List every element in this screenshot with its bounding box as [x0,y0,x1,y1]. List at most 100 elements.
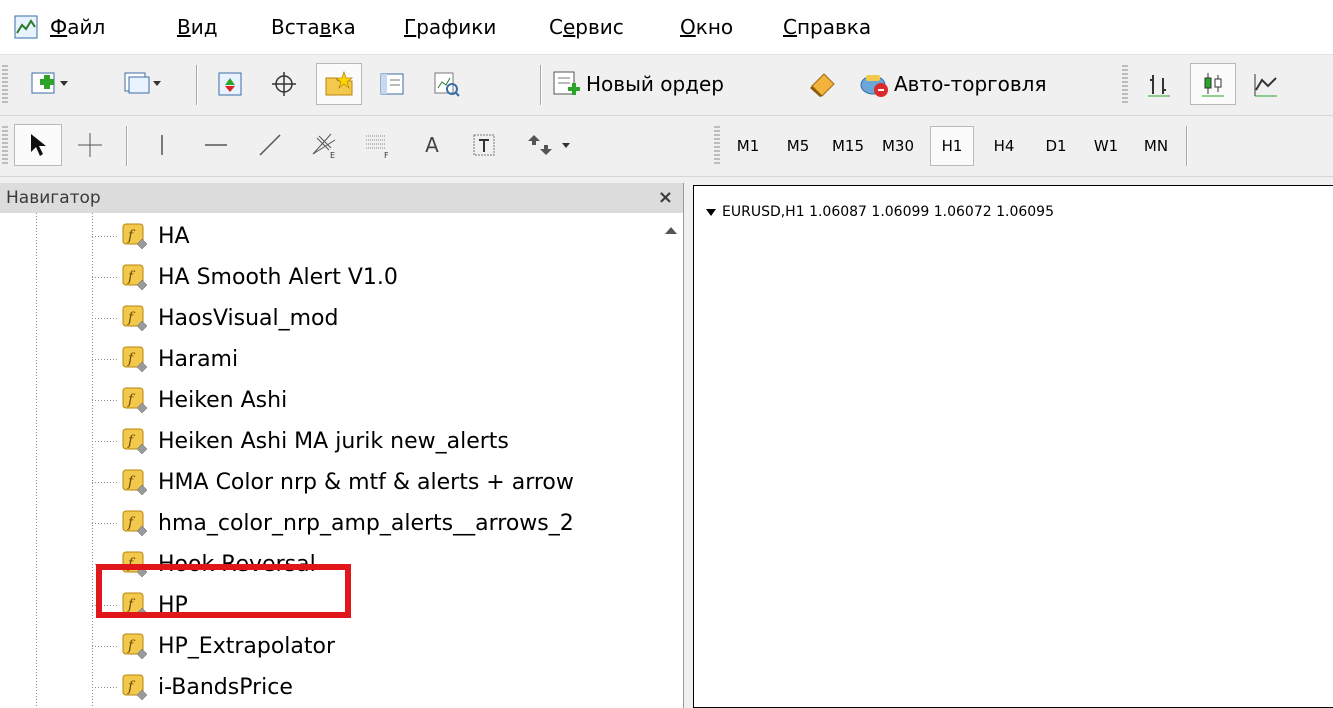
bar-chart-button[interactable] [1137,63,1181,105]
new-chart-icon [31,72,68,94]
crosshair-icon [272,72,296,96]
menu-window[interactable]: Окно [680,14,733,40]
tree-item-label: Harami [158,346,239,372]
candlestick-button[interactable] [1190,63,1236,105]
strategy-tester-button[interactable] [424,63,468,105]
chart-collapse-icon[interactable] [706,208,716,216]
tree-item[interactable]: f i-BandsPrice [92,667,293,707]
line-chart-button[interactable] [1246,63,1286,105]
tree-connector [92,645,118,647]
market-watch-button[interactable] [208,63,252,105]
menu-view[interactable]: Вид [177,14,218,40]
crosshair-icon [78,133,102,157]
vertical-line-button[interactable] [140,124,184,166]
fibo-retracement-button[interactable]: F [356,124,400,166]
navigator-panel: Навигатор × f HA f HA Smooth Alert V1.0 f Hao… [0,183,684,708]
tree-connector [92,522,118,524]
tree-connector [92,481,118,483]
terminal-button[interactable] [370,63,414,105]
arrows-icon [528,135,570,155]
fibo-fan-icon: E [312,133,336,160]
tree-item[interactable]: f hma_color_nrp_amp_alerts__arrows_2 [92,503,574,543]
tree-item[interactable]: f Heiken Ashi [92,380,287,420]
tree-connector [92,399,118,401]
tree-item[interactable]: f HP_Extrapolator [92,626,335,666]
tree-item[interactable]: f HaosVisual_mod [92,298,338,338]
indicator-icon: f [122,346,148,372]
menu-tools[interactable]: Сервис [549,14,624,40]
tree-connector [92,317,118,319]
indicator-icon: f [122,264,148,290]
tree-connector [92,358,118,360]
terminal-icon [380,73,404,95]
candlestick-icon [1202,73,1224,97]
toolbar-grip[interactable] [2,65,8,105]
indicator-icon: f [122,674,148,700]
indicator-icon: f [122,510,148,536]
svg-text:E: E [330,151,335,160]
timeframe-w1[interactable]: W1 [1084,126,1128,166]
tree-item-label: HaosVisual_mod [158,305,339,331]
tree-item[interactable]: f HA Smooth Alert V1.0 [92,257,398,297]
timeframe-m30[interactable]: M30 [876,126,920,166]
timeframe-m1[interactable]: M1 [726,126,770,166]
indicator-icon: f [122,428,148,454]
timeframe-mn[interactable]: MN [1134,126,1178,166]
line-chart-icon [1254,74,1277,97]
timeframe-h4[interactable]: H4 [982,126,1026,166]
indicator-icon: f [122,223,148,249]
menu-charts[interactable]: Графики [404,14,496,40]
autotrading-button[interactable]: Авто-торговля [858,63,1108,105]
indicator-icon: f [122,387,148,413]
trendline-button[interactable] [248,124,292,166]
timeframe-h1[interactable]: H1 [930,126,974,166]
horizontal-line-icon [205,144,227,146]
new-chart-button[interactable] [14,63,86,105]
timeframe-m15[interactable]: M15 [826,126,870,166]
strategy-tester-icon [434,72,460,97]
indicator-icon: f [122,633,148,659]
chart-header: EURUSD,H1 1.06087 1.06099 1.06072 1.0609… [706,204,1054,220]
timeframe-d1[interactable]: D1 [1034,126,1078,166]
profiles-button[interactable] [107,63,179,105]
tree-item[interactable]: f Heiken Ashi MA jurik new_alerts [92,421,509,461]
menu-file[interactable]: Файл [50,14,105,40]
navigator-title: Навигатор [6,188,101,208]
timeframe-m5[interactable]: M5 [776,126,820,166]
metaeditor-button[interactable] [800,63,844,105]
market-watch-icon [218,72,242,96]
text-label-button[interactable] [462,124,506,166]
chart-header-text: EURUSD,H1 1.06087 1.06099 1.06072 1.0609… [722,204,1054,220]
indicator-icon: f [122,469,148,495]
new-order-button[interactable]: Новый ордер [552,63,784,105]
navigator-scrollbar[interactable] [660,213,683,708]
autotrading-label: Авто-торговля [894,72,1047,96]
tree-connector [92,276,118,278]
menu-insert[interactable]: Вставка [271,14,356,40]
navigator-title-bar: Навигатор × [0,183,683,213]
cursor-button[interactable] [14,124,62,166]
profiles-icon [124,72,161,94]
tree-item-label: HP_Extrapolator [158,633,336,659]
navigator-button[interactable] [316,63,362,105]
chart-window[interactable]: EURUSD,H1 1.06087 1.06099 1.06072 1.0609… [693,185,1333,708]
metaeditor-icon [810,73,835,97]
crosshair-tool-button[interactable] [68,124,112,166]
tree-item[interactable]: f HMA Color nrp & mtf & alerts + arrow [92,462,574,502]
scroll-up-icon[interactable] [665,227,677,234]
fibo-fan-button[interactable]: E [302,124,346,166]
text-tool-button[interactable]: A [410,124,454,166]
navigator-tree: f HA f HA Smooth Alert V1.0 f HaosVisual_mod f… [0,213,660,708]
arrows-button[interactable] [518,124,584,166]
fibo-retracement-icon: F [366,135,389,160]
close-icon[interactable]: × [658,183,673,213]
toolbar-grip[interactable] [2,126,8,166]
data-window-button[interactable] [262,63,306,105]
text-label-icon [473,134,495,156]
tree-item[interactable]: f Harami [92,339,238,379]
menu-help[interactable]: Справка [783,14,871,40]
new-order-label: Новый ордер [586,72,724,96]
tree-connector [92,235,118,237]
horizontal-line-button[interactable] [194,124,238,166]
tree-item[interactable]: f HA [92,216,190,256]
